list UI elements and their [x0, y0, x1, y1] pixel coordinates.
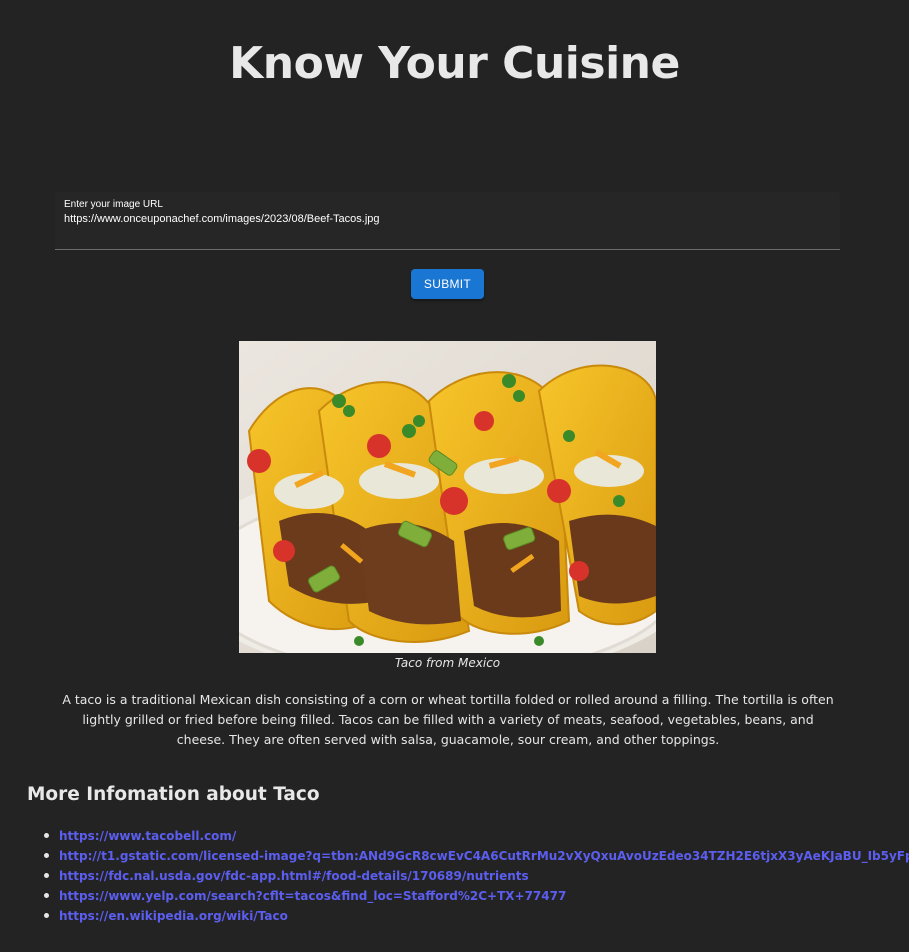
- list-item: https://en.wikipedia.org/wiki/Taco: [43, 906, 909, 926]
- link-wikipedia[interactable]: https://en.wikipedia.org/wiki/Taco: [59, 909, 288, 923]
- image-url-input[interactable]: [64, 213, 824, 225]
- image-url-field[interactable]: Enter your image URL: [55, 192, 840, 250]
- list-item: http://t1.gstatic.com/licensed-image?q=t…: [43, 846, 909, 866]
- more-info-heading: More Infomation about Taco: [27, 784, 320, 805]
- list-item: https://www.yelp.com/search?cflt=tacos&f…: [43, 886, 909, 906]
- page: Know Your Cuisine Enter your image URL S…: [0, 0, 909, 952]
- link-tacobell[interactable]: https://www.tacobell.com/: [59, 829, 236, 843]
- link-yelp-search[interactable]: https://www.yelp.com/search?cflt=tacos&f…: [59, 889, 566, 903]
- image-url-label: Enter your image URL: [64, 199, 163, 210]
- dish-description: A taco is a traditional Mexican dish con…: [62, 692, 834, 747]
- taco-image: [239, 341, 656, 653]
- list-item: https://fdc.nal.usda.gov/fdc-app.html#/f…: [43, 866, 909, 886]
- more-info-links: https://www.tacobell.com/ http://t1.gsta…: [0, 826, 909, 926]
- link-gstatic-image[interactable]: http://t1.gstatic.com/licensed-image?q=t…: [59, 849, 909, 863]
- link-usda-nutrients[interactable]: https://fdc.nal.usda.gov/fdc-app.html#/f…: [59, 869, 529, 883]
- list-item: https://www.tacobell.com/: [43, 826, 909, 846]
- page-title: Know Your Cuisine: [229, 38, 680, 89]
- submit-button[interactable]: SUBMIT: [411, 269, 484, 299]
- image-caption: Taco from Mexico: [394, 656, 501, 670]
